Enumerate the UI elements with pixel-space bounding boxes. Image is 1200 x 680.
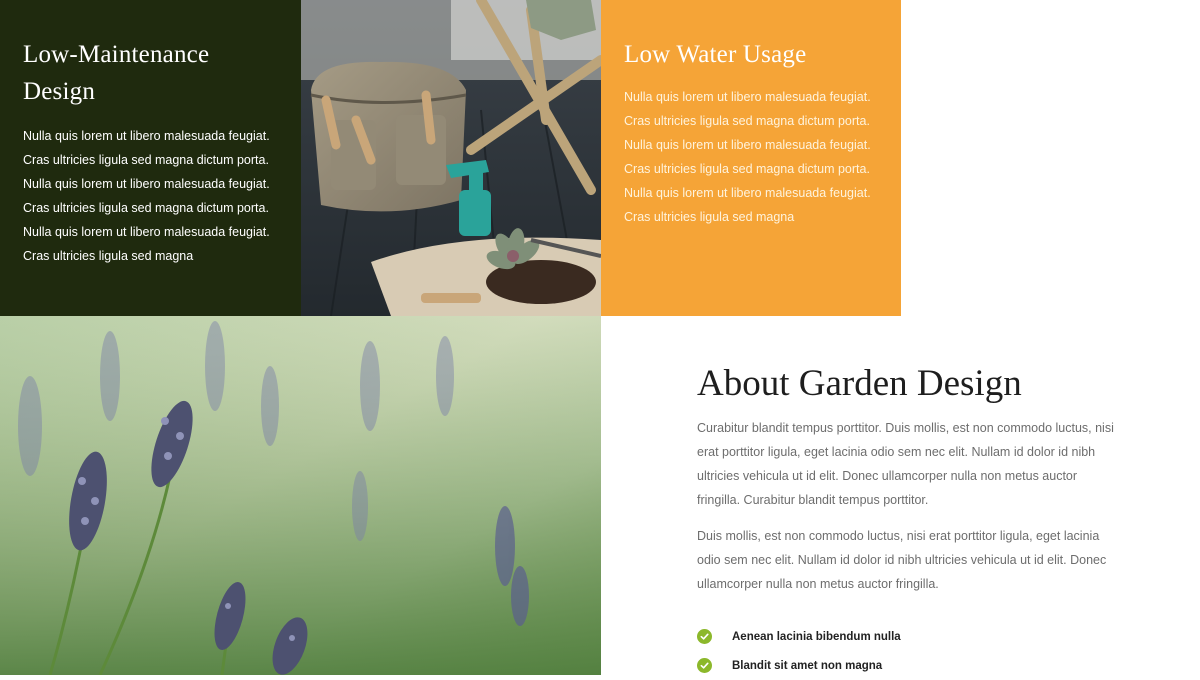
about-paragraph-2: Duis mollis, est non commodo luctus, nis… [697, 529, 1107, 591]
feature-label: Blandit sit amet non magna [732, 659, 883, 672]
feature-label: Aenean lacinia bibendum nulla [732, 630, 901, 643]
about-section: About Garden Design Curabitur blandit te… [697, 360, 1117, 680]
check-circle-icon [697, 658, 712, 673]
card-text: Nulla quis lorem ut libero malesuada feu… [624, 90, 871, 224]
feature-card-low-water: Low Water Usage Nulla quis lorem ut libe… [601, 0, 901, 316]
card-text: Nulla quis lorem ut libero malesuada feu… [23, 129, 270, 263]
about-paragraph-1: Curabitur blandit tempus porttitor. Duis… [697, 421, 1114, 507]
section-title: About Garden Design [697, 363, 1022, 404]
feature-item: Aenean lacinia bibendum nulla [697, 622, 1117, 651]
card-title-line-2: Design [23, 78, 96, 105]
feature-list: Aenean lacinia bibendum nulla Blandit si… [697, 622, 1117, 680]
card-title: Low-Maintenance Design [23, 36, 279, 110]
feature-card-low-maintenance: Low-Maintenance Design Nulla quis lorem … [0, 0, 301, 316]
card-title-line-1: Low-Maintenance [23, 41, 210, 68]
lavender-photo [0, 316, 601, 675]
feature-item: Blandit sit amet non magna [697, 651, 1117, 680]
check-circle-icon [697, 629, 712, 644]
garden-tools-photo [301, 0, 601, 316]
card-title: Low Water Usage [624, 41, 807, 68]
